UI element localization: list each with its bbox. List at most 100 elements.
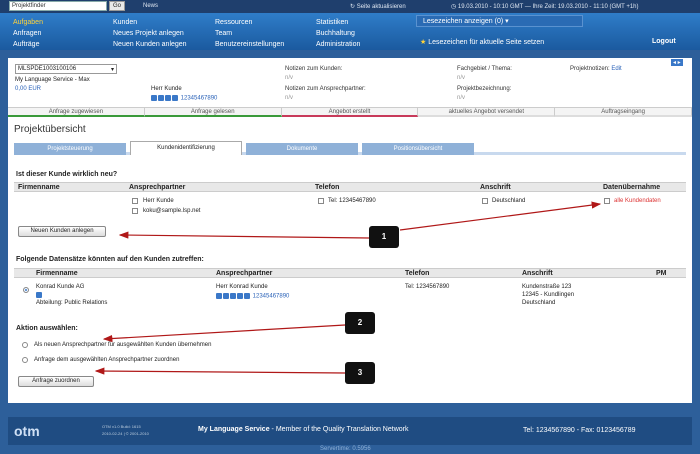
all-data-checkbox[interactable] <box>604 198 610 204</box>
otm-logo: otm <box>14 423 40 439</box>
phone-checkbox[interactable] <box>318 198 324 204</box>
project-info-bar: MLSPDE1003100106 ▾ My Language Service - … <box>8 58 692 108</box>
new-contact-name: Herr Kunde <box>143 198 174 204</box>
project-notes-edit-link[interactable]: Edit <box>611 66 621 72</box>
new-customer-button[interactable]: Neuen Kunden anlegen <box>18 226 106 237</box>
footer-company-line: My Language Service - Member of the Qual… <box>198 426 409 433</box>
action-option-1-radio[interactable] <box>22 342 28 348</box>
news-link[interactable]: News <box>143 3 158 9</box>
info-icon[interactable] <box>36 292 42 299</box>
main-panel: MLSPDE1003100106 ▾ My Language Service - … <box>8 58 692 403</box>
footer-version: OTM v1.0 Build: 1615 <box>102 424 141 429</box>
menu-item-neues-projekt[interactable]: Neues Projekt anlegen <box>113 28 187 39</box>
notes-contact-label: Notizen zum Ansprechpartner: <box>285 86 366 92</box>
status-step-5: Auftragseingang <box>555 108 692 117</box>
bookmark-set-link[interactable]: ★ Lesezeichen für aktuelle Seite setzen <box>420 38 544 46</box>
main-menu: Aufgaben Anfragen Aufträge Kunden Neues … <box>0 13 700 50</box>
tab-dokumente[interactable]: Dokumente <box>246 143 358 155</box>
nav-arrows-icon[interactable]: ◂ ▸ <box>671 59 683 66</box>
tab-positionsuebersicht[interactable]: Positionsübersicht <box>362 143 474 155</box>
status-steps: Anfrage zugewiesen Anfrage gelesen Angeb… <box>8 108 692 117</box>
all-data-label: alle Kundendaten <box>614 198 661 204</box>
notes-customer-label: Notizen zum Kunden: <box>285 66 343 72</box>
match-phone: Tel: 1234567890 <box>405 284 450 290</box>
info-icon[interactable] <box>216 293 222 299</box>
menu-item-kunden[interactable]: Kunden <box>113 17 187 28</box>
home-icon[interactable] <box>158 95 164 101</box>
project-finder-input[interactable]: Projektfinder <box>9 1 107 11</box>
email-checkbox[interactable] <box>132 208 138 214</box>
designation-label: Projektbezeichnung: <box>457 86 512 92</box>
info-icon[interactable] <box>151 95 157 101</box>
menu-item-buchhaltung[interactable]: Buchhaltung <box>316 28 360 39</box>
customer-phone[interactable]: 12345467890 <box>181 96 218 102</box>
home-icon[interactable] <box>223 293 229 299</box>
field-label: Fachgebiet / Thema: <box>457 66 512 72</box>
table-header-match: Firmenname Ansprechpartner Telefon Ansch… <box>14 268 686 278</box>
contact-checkbox[interactable] <box>132 198 138 204</box>
project-notes-label: Projektnotizen: Edit <box>570 66 622 72</box>
notes-customer-value: n/v <box>285 75 294 81</box>
match-department: Abteilung: Public Relations <box>36 300 108 306</box>
tab-kundenidentifizierung[interactable]: Kundenidentifizierung <box>130 141 242 155</box>
footer-copyright: 2010-02-24 | © 2001-2010 <box>102 431 149 436</box>
menu-item-statistiken[interactable]: Statistiken <box>316 17 360 28</box>
bookmarks-select[interactable]: Lesezeichen anzeigen (0) ▾ <box>416 15 583 27</box>
field-value: n/v <box>457 75 466 81</box>
menu-item-administration[interactable]: Administration <box>316 39 360 50</box>
menu-col-tasks: Aufgaben Anfragen Aufträge <box>13 17 43 50</box>
menu-item-team[interactable]: Team <box>215 28 284 39</box>
mail-icon[interactable] <box>230 293 236 299</box>
match-city: 12345 - Kundlingen <box>522 292 575 298</box>
section-match-title: Folgende Datensätze könnten auf den Kund… <box>16 256 204 263</box>
info-icon-wrap <box>36 292 43 299</box>
logout-link[interactable]: Logout <box>652 38 676 45</box>
phone-icon <box>244 293 250 299</box>
menu-item-ressourcen[interactable]: Ressourcen <box>215 17 284 28</box>
refresh-link[interactable]: ↻ Seite aktualisieren <box>350 3 406 10</box>
menu-item-auftraege[interactable]: Aufträge <box>13 39 43 50</box>
status-step-2: Anfrage gelesen <box>144 108 282 117</box>
col-ansprechpartner: Ansprechpartner <box>216 270 273 277</box>
match-contact-icons: 12345467890 <box>216 293 289 300</box>
star-icon: ★ <box>420 39 429 46</box>
tab-projektsteuerung[interactable]: Projektsteuerung <box>14 143 126 155</box>
callout-1: 1 <box>369 226 399 248</box>
match-company: Konrad Kunde AG <box>36 284 85 290</box>
page-title: Projektübersicht <box>14 124 86 135</box>
chevron-down-icon: ▾ <box>503 18 509 25</box>
callout-2: 2 <box>345 312 375 334</box>
match-contact-phone[interactable]: 12345467890 <box>253 294 290 300</box>
status-step-4: aktuelles Angebot versendet <box>418 108 556 117</box>
col-firma: Firmenname <box>36 270 78 277</box>
match-contact: Herr Konrad Kunde <box>216 284 268 290</box>
address-checkbox[interactable] <box>482 198 488 204</box>
action-option-2-label: Anfrage dem ausgewählten Ansprechpartner… <box>34 357 180 363</box>
menu-item-neuen-kunden[interactable]: Neuen Kunden anlegen <box>113 39 187 50</box>
assign-request-button[interactable]: Anfrage zuordnen <box>18 376 94 387</box>
section-new-customer-title: Ist dieser Kunde wirklich neu? <box>16 171 118 178</box>
menu-item-aufgaben[interactable]: Aufgaben <box>13 17 43 28</box>
company-name: My Language Service - Max <box>15 77 90 83</box>
chevron-down-icon: ▾ <box>110 67 114 73</box>
new-phone: Tel: 12345467890 <box>328 198 376 204</box>
match-row-radio[interactable] <box>23 287 29 293</box>
skype-icon[interactable] <box>237 293 243 299</box>
refresh-icon: ↻ <box>350 4 357 10</box>
menu-item-anfragen[interactable]: Anfragen <box>13 28 43 39</box>
col-pm: PM <box>656 270 667 277</box>
menu-item-benutzereinstellungen[interactable]: Benutzereinstellungen <box>215 39 284 50</box>
new-country: Deutschland <box>492 198 526 204</box>
status-step-1: Anfrage zugewiesen <box>8 108 145 117</box>
tab-bar: Projektsteuerung Kundenidentifizierung D… <box>14 141 686 155</box>
customer-contact-icons: 12345467890 <box>151 95 217 102</box>
mail-icon[interactable] <box>165 95 171 101</box>
action-option-2-radio[interactable] <box>22 357 28 363</box>
designation-value: n/v <box>457 95 466 101</box>
go-button[interactable]: Go <box>109 1 125 11</box>
footer: otm OTM v1.0 Build: 1615 2010-02-24 | © … <box>8 417 692 445</box>
col-firma: Firmenname <box>18 184 60 191</box>
col-telefon: Telefon <box>405 270 430 277</box>
project-select[interactable]: MLSPDE1003100106 ▾ <box>15 64 117 74</box>
time-display: ◷ 19.03.2010 - 10:10 GMT — Ihre Zeit: 19… <box>451 4 639 10</box>
